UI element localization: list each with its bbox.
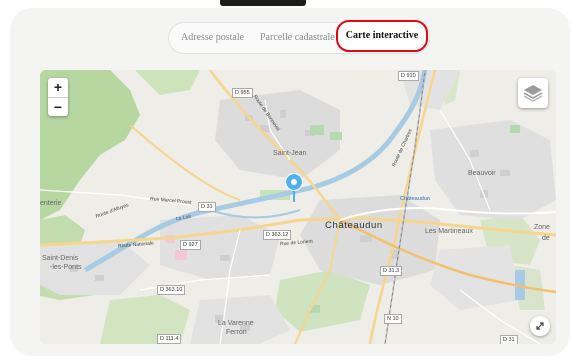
zoom-in-button[interactable]: + [48, 78, 68, 97]
road-label-d955: D 955 [232, 88, 253, 98]
layers-button[interactable] [518, 78, 548, 108]
road-label-d31-south: D 31 [500, 335, 518, 344]
road-label-d927: D 927 [180, 240, 201, 250]
place-les-martineaux: Les Martineaux [425, 228, 473, 235]
place-beauvoir: Beauvoir [468, 170, 496, 177]
place-chateaudun: Châteaudun [325, 220, 383, 231]
layers-icon [523, 85, 543, 102]
interactive-map[interactable]: D 955 D 910 D 31 D 927 D 363.12 D 31.3 D… [40, 70, 556, 344]
place-left-edge: enterie [40, 200, 62, 207]
zoom-out-button[interactable]: − [48, 98, 68, 117]
place-zone: Zone [534, 224, 550, 231]
zoom-controls: + − [48, 78, 68, 116]
place-saint-denis: Saint-Denis [42, 255, 79, 262]
place-saint-jean: Saint-Jean [273, 150, 307, 157]
place-chateaudun-station: Châteaudun [400, 196, 430, 202]
tab-adresse-postale[interactable]: Adresse postale [181, 23, 244, 53]
road-label-d31: D 31 [198, 202, 216, 212]
place-la-varenne: La Varenne [218, 320, 254, 327]
place-les-ponts: -les-Ponts [50, 264, 82, 271]
road-label-d910: D 910 [398, 71, 419, 81]
tab-carte-interactive[interactable]: Carte interactive [336, 20, 428, 52]
place-ferron: Ferron [226, 329, 247, 336]
place-zone-de: de [542, 235, 550, 242]
road-label-d313: D 31.3 [380, 266, 403, 276]
road-label-d36310: D 363.10 [157, 285, 186, 295]
road-label-d1114: D 111.4 [157, 334, 182, 344]
fullscreen-button[interactable] [530, 316, 550, 336]
expand-icon [536, 322, 544, 330]
road-label-n10: N 10 [384, 314, 402, 324]
tab-parcelle-cadastrale[interactable]: Parcelle cadastrale [260, 23, 335, 53]
road-label-d36312: D 363.12 [263, 230, 292, 240]
top-edge-element [220, 0, 306, 6]
